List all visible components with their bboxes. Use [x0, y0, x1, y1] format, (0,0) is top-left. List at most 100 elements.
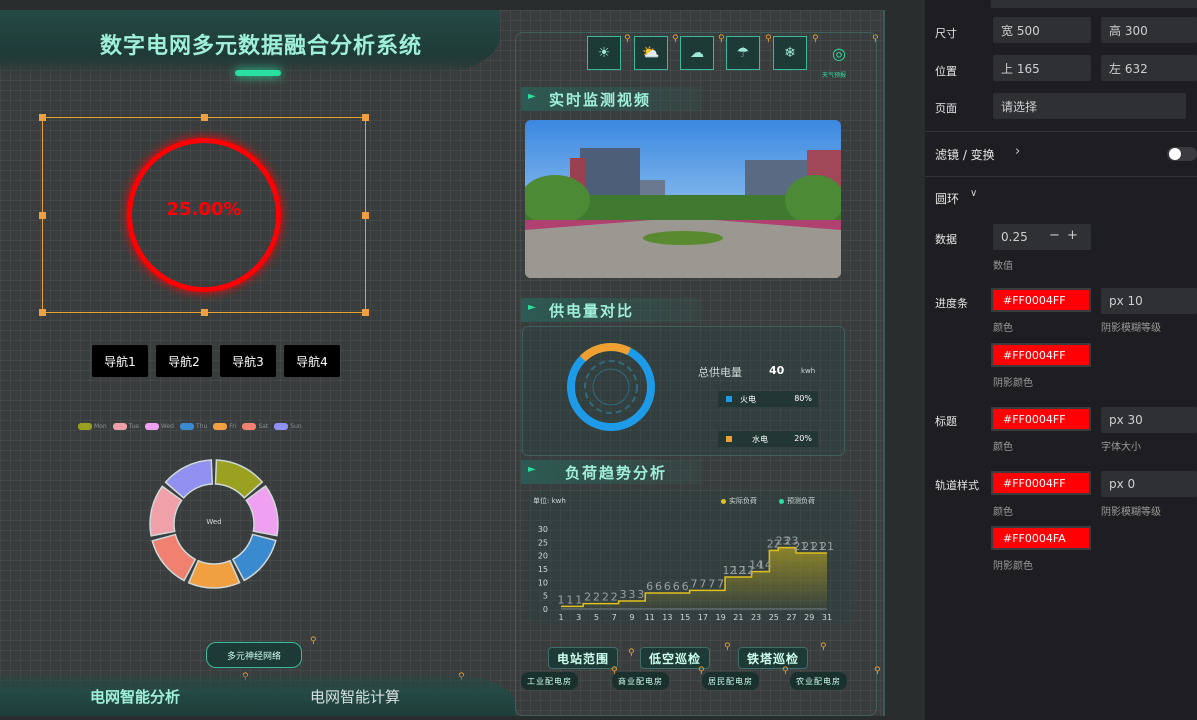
campus-scene-image — [525, 120, 841, 278]
height-input[interactable]: 高 300 — [1101, 17, 1197, 43]
pin-icon: ⚲ — [820, 642, 827, 652]
width-input[interactable]: 宽 500 — [993, 17, 1091, 43]
station-range-button[interactable]: 电站范围 — [548, 647, 618, 669]
x-tick-label: 5 — [594, 613, 599, 622]
tab-grid-analysis[interactable]: 电网智能分析 — [90, 686, 180, 707]
data-label: 3 — [628, 588, 635, 601]
title-glow-decoration — [235, 70, 281, 76]
thermal-swatch — [726, 396, 732, 402]
ring-section-label[interactable]: 圆环 — [935, 190, 959, 207]
chevron-down-icon[interactable]: ∨ — [970, 188, 977, 199]
resize-handle[interactable] — [362, 114, 369, 121]
data-label: 7 — [717, 577, 724, 590]
blur-sub-label: 阴影模糊等级 — [1101, 323, 1161, 334]
legend-item[interactable]: Sun — [274, 420, 302, 432]
data-label: 3 — [620, 588, 627, 601]
donut-segment[interactable] — [245, 484, 279, 537]
data-label: 14 — [758, 559, 772, 572]
filter-toggle[interactable] — [1167, 147, 1197, 161]
nav-button-2[interactable]: 导航2 — [156, 345, 212, 377]
industrial-station-button[interactable]: 工业配电房 — [521, 672, 578, 690]
thermal-label: 火电 — [740, 395, 756, 404]
track-blur-input[interactable]: px 0 — [1101, 471, 1197, 497]
data-label: 2 — [611, 591, 618, 604]
commercial-station-button[interactable]: 商业配电房 — [612, 672, 669, 690]
shadow-color-sub-label: 阴影颜色 — [993, 378, 1033, 389]
data-label: 2 — [584, 591, 591, 604]
resize-handle[interactable] — [39, 309, 46, 316]
progress-color-input[interactable]: #FF0004FF — [991, 288, 1091, 312]
residential-station-button[interactable]: 居民配电房 — [702, 672, 759, 690]
editor-canvas: 数字电网多元数据融合分析系统 ☀ ⛅ ☁ ☂ ❄ ◎ 天气预报 ⚲ ⚲ ⚲ ⚲ … — [0, 0, 925, 720]
tower-patrol-button[interactable]: 铁塔巡检 — [738, 647, 808, 669]
legend-item[interactable]: Sat — [242, 420, 268, 432]
x-tick-label: 29 — [804, 613, 814, 622]
chevron-right-icon[interactable]: › — [1015, 144, 1020, 159]
data-label: 2 — [602, 591, 609, 604]
nav-button-3[interactable]: 导航3 — [220, 345, 276, 377]
left-input[interactable]: 左 632 — [1101, 55, 1197, 81]
resize-handle[interactable] — [201, 114, 208, 121]
legend-label: Wed — [160, 422, 174, 430]
dashboard-screen: 数字电网多元数据融合分析系统 ☀ ⛅ ☁ ☂ ❄ ◎ 天气预报 ⚲ ⚲ ⚲ ⚲ … — [0, 10, 885, 716]
top-input[interactable]: 上 165 — [993, 55, 1091, 81]
data-label: 6 — [646, 580, 653, 593]
legend-item[interactable]: Fri — [213, 420, 236, 432]
hydro-arc — [579, 343, 631, 362]
legend-label: Sun — [290, 422, 302, 430]
resize-handle[interactable] — [201, 309, 208, 316]
data-value-stepper[interactable]: 0.25 − + — [993, 224, 1091, 250]
donut-segment[interactable] — [187, 559, 241, 589]
legend-item[interactable]: Mon — [78, 420, 107, 432]
x-tick-label: 25 — [769, 613, 779, 622]
week-donut-chart — [149, 459, 279, 589]
legend-item[interactable]: Wed — [144, 420, 174, 432]
shadow-color-input[interactable]: #FF0004FF — [991, 343, 1091, 367]
x-tick-label: 11 — [645, 613, 655, 622]
supply-compare-panel: 总供电量 40 kwh 火电 80% 水电 20% — [522, 326, 845, 456]
track-blur-sub-label: 阴影模糊等级 — [1101, 507, 1161, 518]
title-color-input[interactable]: #FF0004FF — [991, 407, 1091, 431]
legend-item[interactable]: Tue — [112, 420, 139, 432]
legend-item[interactable]: Thu — [180, 420, 207, 432]
resize-handle[interactable] — [39, 114, 46, 121]
section-header-supply: ► 供电量对比 — [521, 298, 701, 322]
donut-segment[interactable] — [231, 533, 277, 582]
monitoring-video[interactable] — [525, 120, 841, 278]
legend-label: Thu — [196, 422, 208, 430]
agricultural-station-button[interactable]: 农业配电房 — [790, 672, 847, 690]
pin-icon: ⚲ — [628, 648, 635, 658]
total-supply-unit: kwh — [801, 367, 816, 375]
data-label: 1 — [566, 593, 573, 606]
load-trend-chart: 0510152025301 3 5 7 9 11 13 15 17 19 21 23 25 27 29 311… — [538, 525, 834, 622]
section-header-trend: ► 负荷趋势分析 — [521, 460, 701, 484]
y-tick-label: 30 — [538, 525, 548, 534]
legend-label: Fri — [229, 422, 237, 430]
donut-segment[interactable] — [164, 459, 214, 499]
arrow-icon: ► — [528, 91, 536, 102]
track-shadow-sub-label: 阴影颜色 — [993, 561, 1033, 572]
nav-button-1[interactable]: 导航1 — [92, 345, 148, 377]
resize-handle[interactable] — [362, 212, 369, 219]
neural-network-button[interactable]: 多元神经网络 — [206, 642, 302, 668]
track-shadow-color-input[interactable]: #FF0004FA — [991, 526, 1091, 550]
filter-transform-label[interactable]: 滤镜 / 变换 — [935, 146, 995, 163]
x-tick-label: 17 — [698, 613, 708, 622]
track-style-label: 轨道样式 — [935, 479, 979, 492]
y-tick-label: 15 — [538, 565, 548, 574]
minus-icon[interactable]: − — [1049, 228, 1060, 243]
track-color-input[interactable]: #FF0004FF — [991, 471, 1091, 495]
x-tick-label: 19 — [716, 613, 726, 622]
resize-handle[interactable] — [362, 309, 369, 316]
donut-segment[interactable] — [149, 485, 183, 537]
font-size-input[interactable]: px 30 — [1101, 407, 1197, 433]
donut-segment[interactable] — [214, 459, 264, 499]
shadow-blur-input[interactable]: px 10 — [1101, 288, 1197, 314]
plus-icon[interactable]: + — [1067, 228, 1078, 243]
donut-segment[interactable] — [151, 533, 197, 582]
color-sub-label: 颜色 — [993, 323, 1013, 334]
tab-grid-compute[interactable]: 电网智能计算 — [310, 686, 400, 707]
nav-button-4[interactable]: 导航4 — [284, 345, 340, 377]
resize-handle[interactable] — [39, 212, 46, 219]
page-select[interactable]: 请选择 — [993, 93, 1186, 119]
